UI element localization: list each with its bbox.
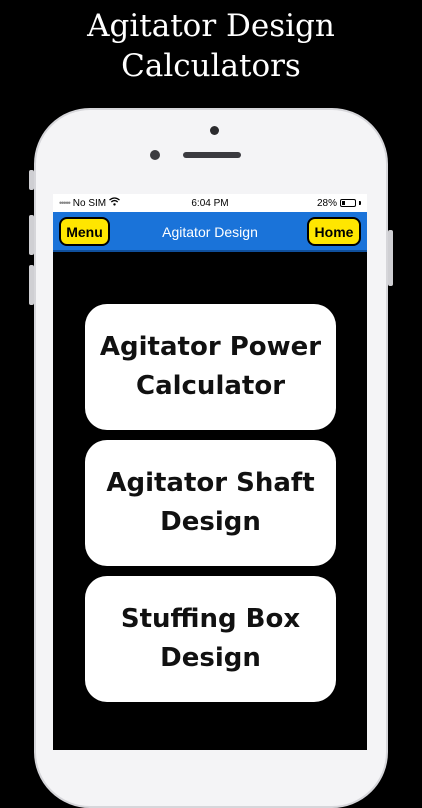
card-label: Agitator Power Calculator <box>90 328 331 406</box>
card-label-line-2: Design <box>160 507 261 537</box>
battery-tip <box>359 201 361 205</box>
card-label-line-1: Stuffing Box <box>120 604 301 634</box>
power-button <box>388 230 393 286</box>
agitator-power-calculator-button[interactable]: Agitator Power Calculator <box>85 304 336 430</box>
earpiece-speaker <box>183 152 241 158</box>
card-label-line-1: Agitator Shaft <box>106 468 315 498</box>
battery-fill <box>342 201 346 205</box>
front-camera <box>210 126 219 135</box>
volume-down-button <box>29 265 34 305</box>
status-bar: ••••• No SIM 6:04 PM 28% <box>53 194 367 212</box>
home-button[interactable]: Home <box>307 217 361 246</box>
agitator-shaft-design-button[interactable]: Agitator Shaft Design <box>85 440 336 566</box>
card-label-line-2: Calculator <box>135 371 286 401</box>
proximity-sensor <box>150 150 160 160</box>
battery-percent: 28% <box>316 197 337 209</box>
card-label-line-1: Agitator Power <box>99 332 322 362</box>
promo-title-line-2: Calculators <box>121 48 301 84</box>
promo-title-line-1: Agitator Design <box>87 8 335 44</box>
volume-up-button <box>29 215 34 255</box>
card-label-line-2: Design <box>160 643 261 673</box>
battery-icon <box>340 199 356 207</box>
navigation-bar: Agitator Design Menu Home <box>53 212 367 252</box>
card-label: Stuffing Box Design <box>111 600 310 678</box>
stuffing-box-design-button[interactable]: Stuffing Box Design <box>85 576 336 702</box>
status-right: 28% <box>317 198 361 209</box>
menu-button[interactable]: Menu <box>59 217 110 246</box>
phone-screen: ••••• No SIM 6:04 PM 28% Agitator Design… <box>53 194 367 750</box>
promo-title: Agitator Design Calculators <box>0 6 422 86</box>
mute-switch <box>29 170 34 190</box>
card-label: Agitator Shaft Design <box>96 464 324 542</box>
